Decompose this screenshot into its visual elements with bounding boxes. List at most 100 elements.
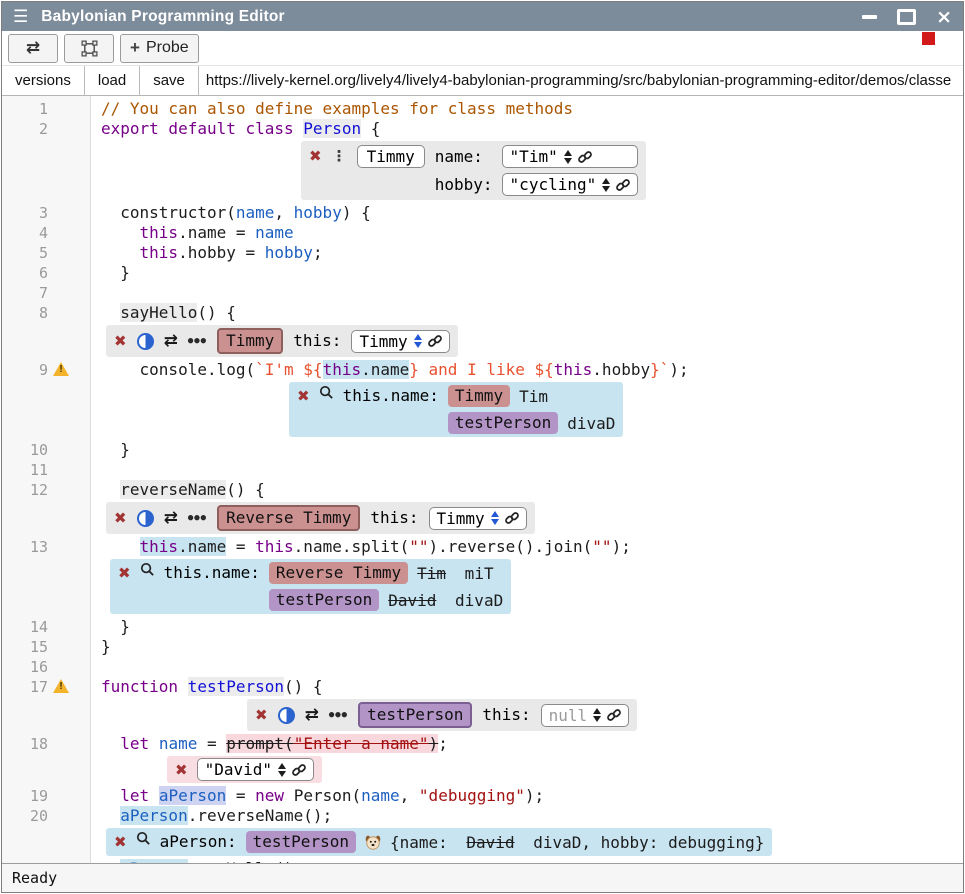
- code-line[interactable]: let name = prompt("Enter a name");: [90, 734, 448, 754]
- link-icon[interactable]: [616, 178, 630, 192]
- stepper-down-icon[interactable]: [564, 158, 572, 164]
- code-line[interactable]: sayHello() {: [90, 303, 236, 323]
- delete-x-icon[interactable]: ✖: [309, 145, 322, 167]
- value-box[interactable]: "cycling": [502, 173, 639, 196]
- delete-x-icon[interactable]: ✖: [118, 562, 131, 584]
- value-stepper[interactable]: [278, 763, 286, 777]
- value-stepper[interactable]: [491, 511, 499, 525]
- delete-x-icon[interactable]: ✖: [114, 507, 127, 529]
- line-number: 15: [2, 638, 48, 657]
- link-icon[interactable]: [428, 334, 442, 348]
- toggle-icon[interactable]: [278, 707, 295, 724]
- example-chip[interactable]: Reverse Timmy: [269, 562, 408, 584]
- example-chip[interactable]: Timmy: [448, 385, 510, 407]
- stepper-up-icon[interactable]: [414, 334, 422, 340]
- probe-entry: testPersonDavid divaD: [269, 589, 503, 611]
- delete-x-icon[interactable]: ✖: [114, 330, 127, 352]
- code-line[interactable]: function testPerson() {: [90, 677, 323, 697]
- gutter-cell: 3: [2, 203, 90, 223]
- stepper-up-icon[interactable]: [602, 178, 610, 184]
- value-stepper[interactable]: [593, 708, 601, 722]
- toggle-icon[interactable]: [137, 333, 154, 350]
- select-bounds-button[interactable]: [64, 34, 114, 63]
- unsaved-indicator: [922, 32, 935, 45]
- code-line[interactable]: export default class Person {: [90, 119, 380, 139]
- this-label: this:: [293, 330, 341, 352]
- value-stepper[interactable]: [602, 178, 610, 192]
- window-title: Babylonian Programming Editor: [41, 8, 285, 26]
- close-button[interactable]: ×: [936, 10, 952, 24]
- swap-arrows-icon[interactable]: ⇄: [164, 330, 178, 352]
- link-icon[interactable]: [578, 150, 592, 164]
- link-icon[interactable]: [292, 763, 306, 777]
- load-button[interactable]: load: [85, 66, 140, 95]
- code-line[interactable]: aPerson.reverseName();: [90, 806, 332, 826]
- code-line[interactable]: reverseName() {: [90, 480, 265, 500]
- code-line[interactable]: }: [90, 440, 130, 460]
- add-probe-button[interactable]: + Probe: [120, 34, 199, 63]
- toggle-icon[interactable]: [137, 510, 154, 527]
- code-line[interactable]: this.name = this.name.split("").reverse(…: [90, 537, 631, 557]
- code-line[interactable]: }: [90, 637, 111, 657]
- example-chip[interactable]: Timmy: [217, 328, 283, 354]
- kebab-menu-icon[interactable]: ⋮: [332, 145, 347, 167]
- widget-row: ✖ ⇄ ●●● Timmy this: Timmy: [2, 325, 963, 357]
- link-icon[interactable]: [505, 511, 519, 525]
- value-box[interactable]: null: [541, 704, 630, 727]
- value-box[interactable]: Timmy: [351, 330, 449, 353]
- maximize-button[interactable]: [897, 9, 916, 25]
- delete-x-icon[interactable]: ✖: [114, 831, 127, 853]
- url-field[interactable]: https://lively-kernel.org/lively4/lively…: [199, 66, 963, 95]
- value-text: null: [549, 705, 588, 726]
- this-label: this:: [482, 704, 530, 726]
- stepper-down-icon[interactable]: [278, 771, 286, 777]
- menu-icon[interactable]: ☰: [13, 7, 28, 27]
- code-line[interactable]: // You can also define examples for clas…: [90, 99, 573, 119]
- code-editor[interactable]: 1// You can also define examples for cla…: [2, 96, 963, 863]
- more-options-icon[interactable]: ●●●: [329, 704, 348, 726]
- code-line[interactable]: aPerson.sayHello();: [90, 859, 303, 863]
- value-stepper[interactable]: [564, 150, 572, 164]
- code-line[interactable]: }: [90, 263, 130, 283]
- stepper-down-icon[interactable]: [414, 342, 422, 348]
- swap-arrows-icon[interactable]: ⇄: [305, 704, 319, 726]
- example-name-input[interactable]: Timmy: [357, 145, 425, 168]
- code-token: sayHello: [120, 303, 197, 322]
- code-line[interactable]: this.hobby = hobby;: [90, 243, 323, 263]
- minimize-button[interactable]: [862, 15, 877, 19]
- stepper-up-icon[interactable]: [564, 150, 572, 156]
- value-stepper[interactable]: [414, 334, 422, 348]
- code-row: 12 reverseName() {: [2, 480, 963, 500]
- example-chip[interactable]: testPerson: [269, 589, 379, 611]
- stepper-down-icon[interactable]: [593, 716, 601, 722]
- value-box[interactable]: Timmy: [429, 507, 527, 530]
- stepper-down-icon[interactable]: [602, 186, 610, 192]
- value-box[interactable]: "Tim": [502, 145, 639, 168]
- code-line[interactable]: console.log(`I'm ${this.name} and I like…: [90, 360, 689, 380]
- link-icon[interactable]: [607, 708, 621, 722]
- stepper-up-icon[interactable]: [593, 708, 601, 714]
- delete-x-icon[interactable]: ✖: [255, 704, 268, 726]
- method-example-widget: ✖ ⇄ ●●● Timmy this: Timmy: [106, 325, 458, 357]
- save-button[interactable]: save: [140, 66, 199, 95]
- code-line[interactable]: }: [90, 617, 130, 637]
- more-options-icon[interactable]: ●●●: [188, 330, 207, 352]
- example-chip[interactable]: testPerson: [358, 702, 472, 728]
- example-chip[interactable]: Reverse Timmy: [217, 505, 360, 531]
- code-line[interactable]: let aPerson = new Person(name, "debuggin…: [90, 786, 544, 806]
- value-box[interactable]: "David": [197, 758, 314, 781]
- example-chip[interactable]: testPerson: [448, 412, 558, 434]
- delete-x-icon[interactable]: ✖: [297, 385, 310, 407]
- versions-button[interactable]: versions: [2, 66, 85, 95]
- swap-arrows-icon[interactable]: ⇄: [164, 507, 178, 529]
- stepper-up-icon[interactable]: [278, 763, 286, 769]
- code-line[interactable]: this.name = name: [90, 223, 294, 243]
- more-options-icon[interactable]: ●●●: [188, 507, 207, 529]
- example-chip[interactable]: testPerson: [246, 831, 356, 853]
- stepper-up-icon[interactable]: [491, 511, 499, 517]
- line-number: 17: [2, 678, 48, 697]
- code-line[interactable]: constructor(name, hobby) {: [90, 203, 371, 223]
- swap-button[interactable]: ⇄: [8, 34, 58, 63]
- delete-x-icon[interactable]: ✖: [175, 759, 188, 781]
- stepper-down-icon[interactable]: [491, 519, 499, 525]
